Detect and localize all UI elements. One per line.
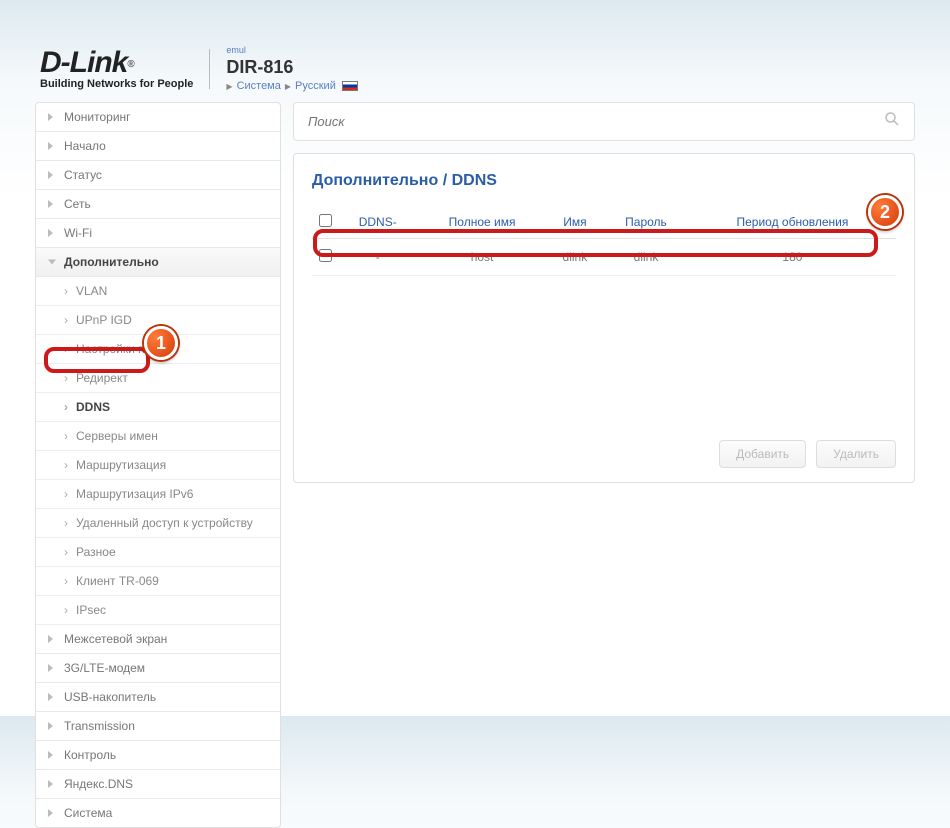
sidebar-sub-удаленный-доступ-к-устройству[interactable]: Удаленный доступ к устройству	[36, 509, 280, 538]
sidebar-sub-маршрутизация[interactable]: Маршрутизация	[36, 451, 280, 480]
row-checkbox[interactable]	[319, 249, 332, 262]
sidebar: МониторингНачалоСтатусСетьWi-FiДополните…	[35, 102, 281, 828]
col-name[interactable]: Имя	[547, 206, 603, 239]
sidebar-sub-upnp-igd[interactable]: UPnP IGD	[36, 306, 280, 335]
logo-text: D-Link	[40, 46, 127, 79]
sidebar-sub-клиент-tr-069[interactable]: Клиент TR-069	[36, 567, 280, 596]
logo-tagline: Building Networks for People	[40, 78, 193, 90]
logo-registered: ®	[127, 59, 134, 70]
col-ddns[interactable]: DDNS-	[338, 206, 417, 239]
chevron-right-icon: ▶	[285, 82, 291, 91]
cell-name: dlink	[547, 239, 603, 276]
sidebar-sub-редирект[interactable]: Редирект	[36, 364, 280, 393]
sidebar-item-начало[interactable]: Начало	[36, 132, 280, 161]
search-bar	[293, 102, 915, 141]
sidebar-item-статус[interactable]: Статус	[36, 161, 280, 190]
cell-password: dlink	[603, 239, 689, 276]
table-row[interactable]: - host dlink dlink 180	[312, 239, 896, 276]
sidebar-item-transmission[interactable]: Transmission	[36, 712, 280, 741]
sidebar-sub-vlan[interactable]: VLAN	[36, 277, 280, 306]
cell-period: 180	[689, 239, 896, 276]
header-divider	[209, 49, 210, 89]
logo-block: D-Link® Building Networks for People	[40, 48, 193, 90]
select-all-checkbox[interactable]	[319, 214, 332, 227]
sidebar-sub-серверы-имен[interactable]: Серверы имен	[36, 422, 280, 451]
sidebar-sub-маршрутизация-ipv6[interactable]: Маршрутизация IPv6	[36, 480, 280, 509]
sidebar-item-wi-fi[interactable]: Wi-Fi	[36, 219, 280, 248]
search-input[interactable]	[308, 114, 884, 129]
cell-ddns: -	[338, 239, 417, 276]
sidebar-sub-разное[interactable]: Разное	[36, 538, 280, 567]
cell-fullname: host	[417, 239, 546, 276]
search-icon[interactable]	[884, 111, 900, 132]
sidebar-sub-ddns[interactable]: DDNS	[36, 393, 280, 422]
content-panel: Дополнительно / DDNS DDNS- Полное имя Им…	[293, 153, 915, 483]
add-button[interactable]: Добавить	[719, 440, 806, 468]
page-title: Дополнительно / DDNS	[312, 172, 896, 190]
ddns-table: DDNS- Полное имя Имя Пароль Период обнов…	[312, 206, 896, 276]
model-block: emul DIR-816 ▶ Система ▶ Русский	[226, 45, 357, 92]
col-password[interactable]: Пароль	[603, 206, 689, 239]
sidebar-item-usb-накопитель[interactable]: USB-накопитель	[36, 683, 280, 712]
header: D-Link® Building Networks for People emu…	[0, 0, 950, 102]
sidebar-item-мониторинг[interactable]: Мониторинг	[36, 103, 280, 132]
model-name: DIR-816	[226, 57, 357, 78]
breadcrumb-language[interactable]: Русский	[295, 80, 336, 92]
sidebar-item-сеть[interactable]: Сеть	[36, 190, 280, 219]
col-period[interactable]: Период обновления	[689, 206, 896, 239]
sidebar-item-система[interactable]: Система	[36, 799, 280, 827]
sidebar-item-контроль[interactable]: Контроль	[36, 741, 280, 770]
sidebar-item-межсетевой-экран[interactable]: Межсетевой экран	[36, 625, 280, 654]
delete-button[interactable]: Удалить	[816, 440, 896, 468]
breadcrumb: ▶ Система ▶ Русский	[226, 80, 357, 92]
sidebar-item-дополнительно[interactable]: Дополнительно	[36, 248, 280, 277]
chevron-right-icon: ▶	[226, 82, 232, 91]
sidebar-sub-настройки-по[interactable]: Настройки по	[36, 335, 280, 364]
sidebar-item-яндекс-dns[interactable]: Яндекс.DNS	[36, 770, 280, 799]
flag-russia-icon	[342, 81, 358, 91]
sidebar-item-3g-lte-модем[interactable]: 3G/LTE-модем	[36, 654, 280, 683]
sidebar-sub-ipsec[interactable]: IPsec	[36, 596, 280, 625]
emul-label: emul	[226, 45, 357, 55]
breadcrumb-system[interactable]: Система	[237, 80, 281, 92]
col-fullname[interactable]: Полное имя	[417, 206, 546, 239]
